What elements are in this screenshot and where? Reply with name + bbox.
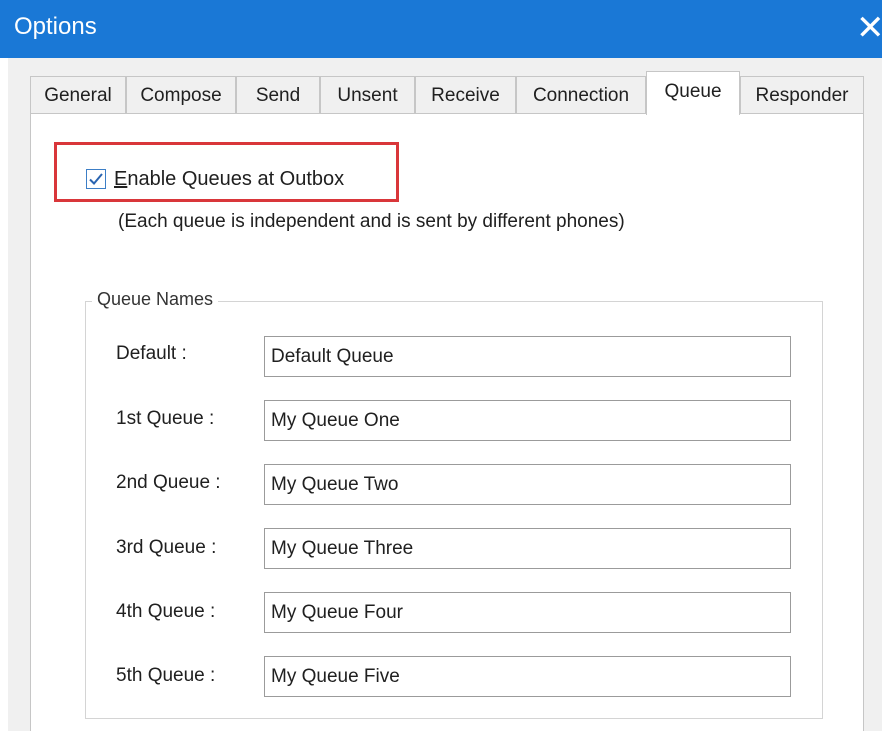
close-icon[interactable]: ✕: [856, 6, 882, 50]
queue-3-field[interactable]: My Queue Three: [264, 528, 791, 569]
queue-2-field[interactable]: My Queue Two: [264, 464, 791, 505]
title-bar: Options ✕: [0, 0, 882, 58]
tab-receive[interactable]: Receive: [415, 76, 516, 113]
checkmark-icon: [89, 173, 103, 185]
tab-responder[interactable]: Responder: [740, 76, 864, 113]
queue-5-label: 5th Queue :: [116, 665, 216, 686]
queue-2-label: 2nd Queue :: [116, 472, 221, 493]
tab-unsent[interactable]: Unsent: [320, 76, 415, 113]
enable-queues-label-text: nable Queues at Outbox: [127, 168, 345, 190]
queue-4-field[interactable]: My Queue Four: [264, 592, 791, 633]
queue-4-label: 4th Queue :: [116, 601, 216, 622]
enable-queues-label[interactable]: Enable Queues at Outbox: [114, 168, 344, 191]
tab-queue[interactable]: Queue: [646, 71, 740, 115]
tab-send[interactable]: Send: [236, 76, 320, 113]
queue-names-group-title: Queue Names: [92, 289, 219, 310]
tab-compose[interactable]: Compose: [126, 76, 236, 113]
enable-queues-label-mnemonic: E: [114, 168, 128, 190]
window-left-edge: [0, 58, 8, 731]
queue-1-label: 1st Queue :: [116, 408, 215, 429]
queue-5-field[interactable]: My Queue Five: [264, 656, 791, 697]
enable-queues-checkbox[interactable]: [86, 169, 106, 189]
tab-general[interactable]: General: [30, 76, 126, 113]
default-queue-field[interactable]: Default Queue: [264, 336, 791, 377]
window-title: Options: [14, 13, 97, 40]
queue-3-label: 3rd Queue :: [116, 537, 217, 558]
tab-connection[interactable]: Connection: [516, 76, 646, 113]
default-queue-label: Default :: [116, 343, 187, 364]
queue-note: (Each queue is independent and is sent b…: [118, 211, 625, 232]
queue-1-field[interactable]: My Queue One: [264, 400, 791, 441]
